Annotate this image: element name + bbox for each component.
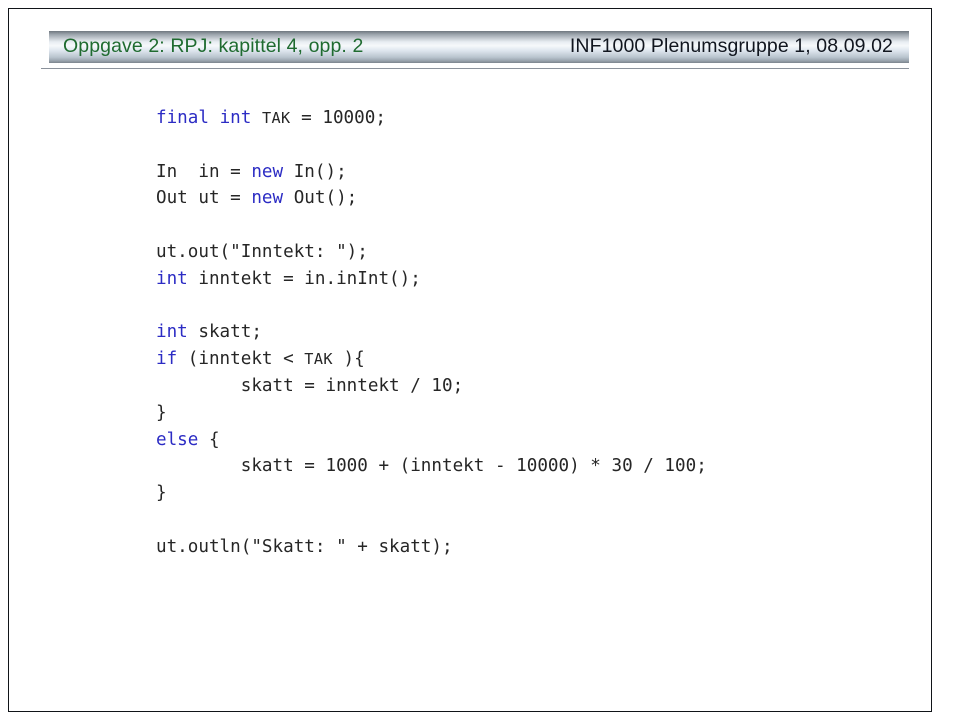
code-keyword: else [156,429,199,450]
code-text: } [156,402,167,423]
header-title-bar: Oppgave 2: RPJ: kapittel 4, opp. 2 INF10… [49,31,909,63]
line-if-body: skatt = inntekt / 10; [156,373,896,400]
line-int-skatt: int skatt; [156,319,896,346]
code-text: ut.out("Inntekt: "); [156,241,368,262]
code-text: In(); [283,161,347,182]
code-text: { [198,429,220,450]
line-blank-1 [156,132,896,159]
line-if: if (inntekt < TAK ){ [156,346,896,373]
code-keyword: int [219,108,252,128]
slide-page: Oppgave 2: RPJ: kapittel 4, opp. 2 INF10… [8,8,932,712]
code-text: = 10000; [290,108,386,128]
line-blank-3 [156,293,896,320]
code-keyword: new [251,188,284,209]
code-text: Out ut = [156,188,252,209]
code-keyword: new [251,161,284,182]
page-title: Oppgave 2: RPJ: kapittel 4, opp. 2 [63,35,364,58]
line-final-tak: final int TAK = 10000; [156,105,896,132]
code-text: } [156,483,167,504]
line-blank-4 [156,507,896,534]
code-listing: final int TAK = 10000; In in = new In();… [156,105,896,561]
code-text: ){ [332,349,365,370]
code-text: skatt; [187,322,262,343]
code-text: skatt = 1000 + (inntekt - 10000) * 30 / … [156,456,707,477]
code-keyword: final [156,108,209,128]
code-text: inntekt = in.inInt(); [187,268,421,289]
code-text: TAK [304,350,333,369]
line-blank-2 [156,212,896,239]
line-ut-outln: ut.outln("Skatt: " + skatt); [156,534,896,561]
code-text: TAK [261,109,291,127]
code-keyword: if [156,349,178,370]
code-text: skatt = inntekt / 10; [156,375,464,396]
code-text: Out(); [283,188,358,209]
code-text: (inntekt < [177,349,305,370]
line-ut-out-inntekt: ut.out("Inntekt: "); [156,239,896,266]
code-text: In in = [156,161,252,182]
line-else-close: } [156,480,896,507]
header-divider [41,68,909,70]
header-bar-content: Oppgave 2: RPJ: kapittel 4, opp. 2 INF10… [49,31,909,63]
line-if-close: } [156,400,896,427]
line-else: else { [156,427,896,454]
code-keyword: int [156,322,188,343]
line-else-body: skatt = 1000 + (inntekt - 10000) * 30 / … [156,453,896,480]
line-in-declare: In in = new In(); [156,159,896,186]
header-course-info: INF1000 Plenumsgruppe 1, 08.09.02 [569,35,893,58]
slide-header: Oppgave 2: RPJ: kapittel 4, opp. 2 INF10… [9,9,933,71]
line-out-declare: Out ut = new Out(); [156,185,896,212]
code-text: ut.outln("Skatt: " + skatt); [156,536,453,557]
line-int-inntekt: int inntekt = in.inInt(); [156,266,896,293]
code-keyword: int [156,268,188,289]
